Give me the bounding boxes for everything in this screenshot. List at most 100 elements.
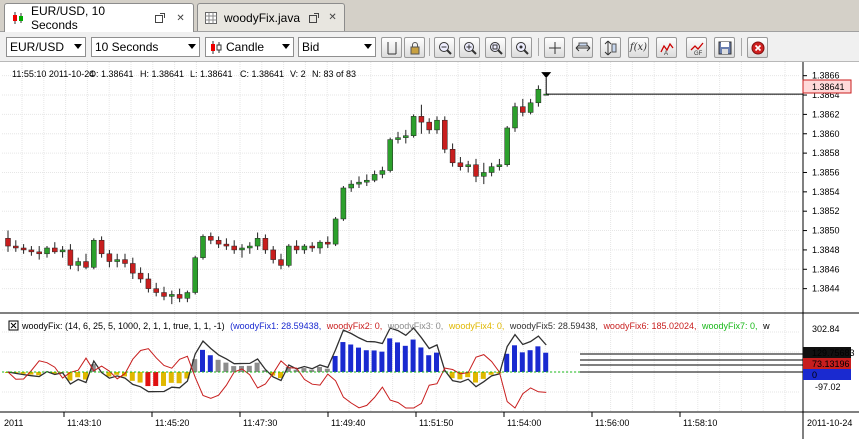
add-indicator-icon[interactable]: f(x) [628, 37, 649, 58]
indicator-axis-top: 302.84 [812, 324, 840, 334]
indicator-bar [519, 352, 525, 372]
chevron-down-icon [74, 44, 82, 49]
price-tick-label: 1.3860 [812, 129, 840, 139]
candle-body [371, 174, 378, 181]
candle-body [348, 183, 354, 189]
time-tick-label: 11:58:10 [683, 418, 717, 428]
candle-body [395, 137, 401, 140]
indicator-bar [332, 355, 338, 372]
candle-body [169, 294, 175, 297]
indicator-bar [168, 372, 174, 383]
candle-body [473, 164, 479, 177]
candle-body [410, 116, 417, 136]
period-select[interactable]: 10 Seconds [91, 37, 200, 57]
candle-body [527, 102, 534, 113]
price-axis: 1.38661.38641.38621.38601.38581.38561.38… [803, 71, 840, 294]
candle-body [200, 236, 206, 258]
chart-panel[interactable]: 11:55:10 2011-10-24 O: 1.38641 H: 1.3864… [0, 62, 859, 439]
chevron-down-icon [282, 44, 290, 49]
price-side-select[interactable]: Bid [298, 37, 376, 57]
toolbar-separator [538, 38, 539, 56]
indicator-bar [356, 347, 361, 372]
ohlc-low: L: 1.38641 [190, 69, 233, 79]
indicator-bar [535, 346, 541, 372]
candle-body [247, 245, 253, 249]
svg-text:GF: GF [694, 51, 703, 55]
chevron-down-icon [364, 44, 372, 49]
candle-body [161, 292, 167, 297]
candle-body [481, 172, 487, 177]
ohlc-open: O: 1.38641 [89, 69, 134, 79]
tab-eurusd-chart[interactable]: EUR/USD, 10 Seconds ✕ [4, 3, 194, 32]
candle-body [106, 253, 113, 262]
indicator-bar [340, 342, 346, 372]
candle-body [379, 170, 386, 175]
indicator-bar [137, 372, 143, 383]
candle-body [356, 181, 362, 185]
save-template-icon[interactable] [714, 37, 735, 58]
indicator-bar [317, 366, 322, 372]
ohlc-count: N: 83 of 83 [312, 69, 356, 79]
candle-body [75, 261, 81, 266]
undock-icon[interactable] [153, 11, 166, 25]
price-chart[interactable]: 11:55:10 2011-10-24 O: 1.38641 H: 1.3864… [0, 62, 859, 439]
chart-toolbar: EUR/USD 10 Seconds Candle Bid f(x) A GF [0, 32, 859, 62]
candle-body [153, 288, 159, 293]
candle-body [332, 218, 339, 245]
candle-body [208, 236, 214, 241]
indicator-bar [348, 344, 354, 372]
close-chart-icon[interactable] [747, 37, 768, 58]
undock-icon[interactable] [308, 11, 319, 25]
time-axis: 11:43:10 11:45:20 11:47:30 11:49:40 11:51:50… [63, 412, 717, 428]
zoom-out-icon[interactable] [434, 37, 455, 58]
indicator-bar [129, 372, 135, 381]
move-vertical-icon[interactable] [600, 37, 621, 58]
candle-body [340, 187, 347, 220]
crosshair-icon[interactable] [544, 37, 565, 58]
indicator-bar [527, 350, 533, 372]
candle-body [231, 245, 237, 251]
candle-body [13, 245, 19, 249]
indicator-bar [75, 372, 81, 378]
chart-type-select[interactable]: Candle [205, 37, 294, 57]
ohlc-datetime: 11:55:10 2011-10-24 [12, 69, 94, 79]
grid-file-icon [204, 11, 218, 25]
zoom-fit-icon[interactable] [485, 37, 506, 58]
price-tick-label: 1.3848 [812, 245, 840, 255]
time-tick-label: 11:45:20 [155, 418, 189, 428]
candle-body [387, 139, 393, 171]
candle-body [309, 245, 315, 249]
price-tick-label: 1.3866 [812, 71, 840, 81]
toolbar-separator [741, 38, 742, 56]
candle-body [293, 245, 300, 251]
move-horizontal-icon[interactable] [572, 37, 593, 58]
indicator-bar [434, 352, 439, 372]
instrument-select[interactable]: EUR/USD [6, 37, 86, 57]
candle-body [20, 247, 27, 251]
draw-pattern-icon[interactable]: A [656, 37, 677, 58]
zoom-in-icon[interactable] [459, 37, 480, 58]
candle-body [317, 241, 323, 249]
indicator-bar [387, 338, 393, 372]
candle-body [176, 294, 183, 299]
tab-bar: EUR/USD, 10 Seconds ✕ woodyFix.java ✕ [0, 0, 859, 32]
lock-icon[interactable] [404, 37, 425, 58]
indicator-line-main [7, 327, 547, 393]
close-icon[interactable]: ✕ [327, 11, 338, 25]
price-side-value: Bid [302, 40, 320, 54]
svg-text:A: A [664, 51, 668, 55]
price-tick-label: 1.3862 [812, 109, 840, 119]
instrument-value: EUR/USD [10, 40, 65, 54]
indicator-value-8: w [762, 321, 770, 331]
indicator-value-3: woodyFix3: 0, [387, 321, 444, 331]
close-icon[interactable]: ✕ [174, 11, 187, 25]
indicator-bar [200, 349, 205, 372]
period-separator-icon[interactable] [381, 37, 402, 58]
price-tick-label: 1.3844 [812, 284, 840, 294]
indicator-title: woodyFix: (14, 6, 25, 5, 1000, 2, 1, 1, … [21, 321, 770, 331]
indicator-bar [480, 372, 486, 379]
tab-woodyfix-java[interactable]: woodyFix.java ✕ [197, 3, 345, 31]
auto-scale-icon[interactable]: GF [686, 37, 707, 58]
price-tick-label: 1.3858 [812, 148, 840, 158]
zoom-reset-icon[interactable] [511, 37, 532, 58]
